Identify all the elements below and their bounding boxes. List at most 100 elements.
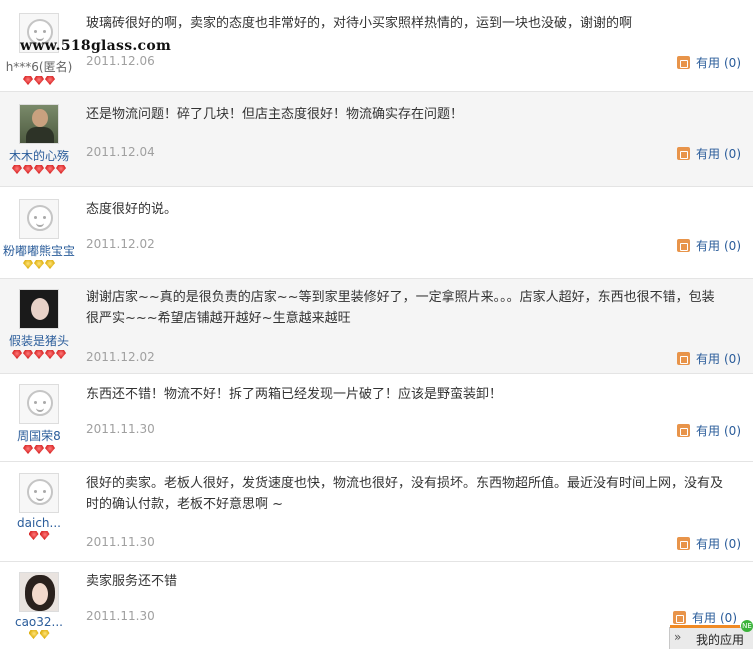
- useful-count: (0): [724, 423, 741, 438]
- thumbs-up-icon: [676, 537, 690, 550]
- avatar[interactable]: [19, 572, 59, 612]
- review-date: 2011.12.06: [86, 54, 155, 68]
- review-text: 玻璃砖很好的啊，卖家的态度也非常好的，对待小买家照样热情的，运到一块也没破，谢谢…: [86, 16, 633, 31]
- my-apps-button[interactable]: 我的应用: [696, 631, 744, 648]
- useful-count: (0): [724, 351, 741, 366]
- reviewer-rank: [0, 260, 78, 270]
- reviewer-info: 假装是猪头: [0, 289, 78, 360]
- avatar[interactable]: [19, 199, 59, 239]
- reviewer-info: cao32...: [0, 572, 78, 640]
- red-diamond-icon: [23, 445, 33, 454]
- review-item: daich... 很好的卖家。老板人很好，发货速度也快，物流也很好，没有损坏。东…: [0, 462, 753, 562]
- gold-diamond-icon: [45, 260, 55, 269]
- useful-button[interactable]: 有用 (0): [676, 145, 741, 162]
- thumbs-up-icon: [676, 352, 690, 365]
- useful-count: (0): [720, 610, 737, 625]
- thumbs-up-icon: [672, 611, 686, 624]
- review-text: 东西还不错！物流不好！拆了两箱已经发现一片破了！应该是野蛮装卸！: [86, 387, 503, 402]
- reviewer-rank: [0, 531, 78, 541]
- reviewer-info: 木木的心殇: [0, 104, 78, 175]
- useful-label: 有用: [695, 424, 720, 438]
- reviewer-rank: [0, 445, 78, 455]
- new-badge: NE: [741, 620, 753, 632]
- reviewer-rank: [0, 76, 78, 86]
- gold-diamond-icon: [28, 630, 39, 639]
- useful-count: (0): [724, 238, 741, 253]
- useful-button[interactable]: 有用 (0): [676, 237, 741, 254]
- app-toolbar: » 我的应用 NE: [669, 620, 753, 649]
- red-diamond-icon: [56, 350, 66, 359]
- reviewer-info: 粉嘟嘟熊宝宝: [0, 199, 78, 270]
- useful-button[interactable]: 有用 (0): [672, 609, 737, 626]
- avatar[interactable]: [19, 289, 59, 329]
- thumbs-up-icon: [676, 56, 690, 69]
- useful-label: 有用: [691, 611, 716, 625]
- red-diamond-icon: [23, 350, 33, 359]
- review-date: 2011.12.04: [86, 145, 155, 159]
- reviewer-name[interactable]: 木木的心殇: [0, 147, 78, 164]
- thumbs-up-icon: [676, 147, 690, 160]
- reviewer-name: h***6(匿名): [5, 60, 73, 74]
- useful-button[interactable]: 有用 (0): [676, 54, 741, 71]
- useful-count: (0): [724, 146, 741, 161]
- avatar[interactable]: [19, 104, 59, 144]
- useful-button[interactable]: 有用 (0): [676, 350, 741, 367]
- red-diamond-icon: [12, 165, 22, 174]
- review-date: 2011.11.30: [86, 609, 155, 623]
- reviewer-rank: [0, 165, 78, 175]
- expand-arrows-icon[interactable]: »: [674, 630, 681, 644]
- reviewer-rank: [0, 630, 78, 640]
- reviewer-name[interactable]: 粉嘟嘟熊宝宝: [0, 242, 78, 259]
- avatar[interactable]: [19, 384, 59, 424]
- gold-diamond-icon: [34, 260, 44, 269]
- review-text: 态度很好的说。: [86, 202, 178, 217]
- review-text: 卖家服务还不错: [86, 574, 178, 589]
- review-date: 2011.12.02: [86, 350, 155, 364]
- red-diamond-icon: [23, 76, 33, 85]
- review-item: 木木的心殇 还是物流问题！碎了几块！但店主态度很好！物流确实存在问题！ 2011…: [0, 92, 753, 187]
- reviewer-rank: [0, 350, 78, 360]
- red-diamond-icon: [39, 531, 50, 540]
- red-diamond-icon: [23, 165, 33, 174]
- review-date: 2011.12.02: [86, 237, 155, 251]
- reviewer-info: 周国荣8: [0, 384, 78, 455]
- red-diamond-icon: [12, 350, 22, 359]
- review-text: 谢谢店家~~真的是很负责的店家~~等到家里装修好了，一定拿照片来。。。店家人超好…: [86, 290, 715, 326]
- reviewer-name[interactable]: cao32...: [0, 615, 78, 629]
- review-item: h***6(匿名) 玻璃砖很好的啊，卖家的态度也非常好的，对待小买家照样热情的，…: [0, 0, 753, 92]
- reviewer-name[interactable]: 周国荣8: [0, 427, 78, 444]
- red-diamond-icon: [34, 350, 44, 359]
- useful-count: (0): [724, 55, 741, 70]
- useful-label: 有用: [695, 537, 720, 551]
- useful-label: 有用: [695, 147, 720, 161]
- reviewer-name[interactable]: daich...: [0, 516, 78, 530]
- red-diamond-icon: [28, 531, 39, 540]
- review-item: 假装是猪头 谢谢店家~~真的是很负责的店家~~等到家里装修好了，一定拿照片来。。…: [0, 279, 753, 374]
- useful-label: 有用: [695, 352, 720, 366]
- avatar[interactable]: [19, 473, 59, 513]
- reviewer-info: daich...: [0, 473, 78, 541]
- review-date: 2011.11.30: [86, 422, 155, 436]
- reviewer-name[interactable]: 假装是猪头: [0, 332, 78, 349]
- progress-strip: [670, 625, 740, 628]
- red-diamond-icon: [56, 165, 66, 174]
- thumbs-up-icon: [676, 424, 690, 437]
- review-text: 很好的卖家。老板人很好，发货速度也快，物流也很好，没有损坏。东西物超所值。最近没…: [86, 476, 724, 512]
- useful-button[interactable]: 有用 (0): [676, 535, 741, 552]
- useful-button[interactable]: 有用 (0): [676, 422, 741, 439]
- useful-label: 有用: [695, 239, 720, 253]
- review-item: 周国荣8 东西还不错！物流不好！拆了两箱已经发现一片破了！应该是野蛮装卸！ 20…: [0, 374, 753, 462]
- thumbs-up-icon: [676, 239, 690, 252]
- useful-count: (0): [724, 536, 741, 551]
- review-item: 粉嘟嘟熊宝宝 态度很好的说。 2011.12.02 有用 (0): [0, 187, 753, 279]
- red-diamond-icon: [45, 445, 55, 454]
- review-text: 还是物流问题！碎了几块！但店主态度很好！物流确实存在问题！: [86, 107, 464, 122]
- useful-label: 有用: [695, 56, 720, 70]
- review-item: cao32... 卖家服务还不错 2011.11.30 有用 (0): [0, 562, 753, 649]
- red-diamond-icon: [34, 76, 44, 85]
- red-diamond-icon: [45, 350, 55, 359]
- red-diamond-icon: [45, 76, 55, 85]
- review-date: 2011.11.30: [86, 535, 155, 549]
- red-diamond-icon: [34, 165, 44, 174]
- red-diamond-icon: [34, 445, 44, 454]
